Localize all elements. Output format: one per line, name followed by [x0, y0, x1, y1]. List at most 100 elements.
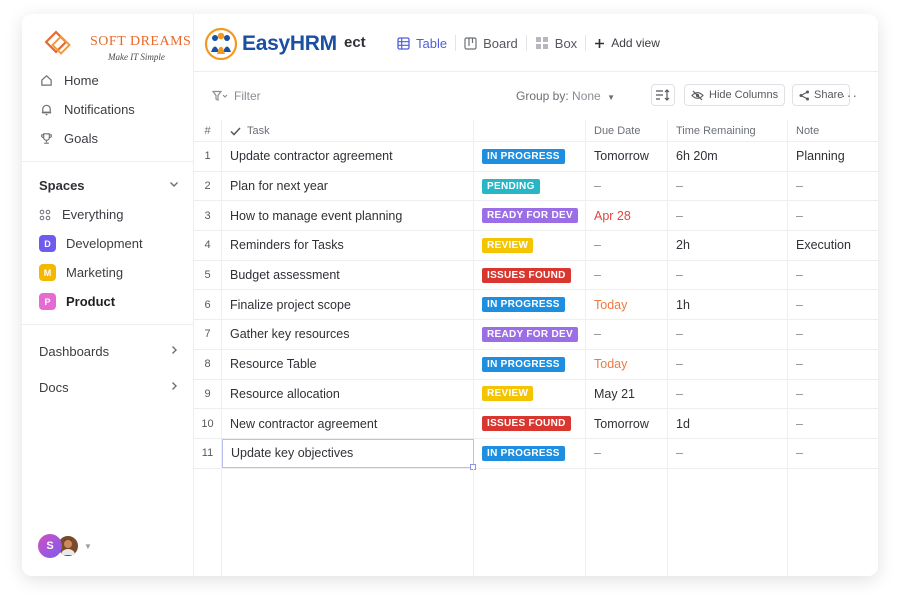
table-row[interactable]: 3 How to manage event planning READY FOR D…	[194, 201, 878, 232]
sidebar-item-dashboards[interactable]: Dashboards	[22, 333, 194, 369]
time-remaining-cell[interactable]: 1d	[668, 409, 788, 438]
time-remaining-cell[interactable]: –	[668, 320, 788, 349]
note-cell[interactable]: –	[788, 261, 878, 290]
more-options-icon[interactable]: ···	[841, 87, 858, 103]
column-header-due-date[interactable]: Due Date	[586, 120, 668, 142]
note-cell[interactable]: –	[788, 380, 878, 409]
column-header-time-remaining[interactable]: Time Remaining	[668, 120, 788, 142]
avatar[interactable]: S	[38, 534, 62, 558]
due-date-cell[interactable]: Today	[586, 290, 668, 320]
time-remaining-cell[interactable]: 2h	[668, 231, 788, 260]
table-row[interactable]: 4 Reminders for Tasks REVIEW –2h Execution	[194, 231, 878, 261]
sidebar-item-notifications[interactable]: Notifications	[22, 95, 194, 124]
table-row[interactable]: 9 Resource allocation REVIEW May 21– –	[194, 379, 878, 410]
task-name-cell[interactable]: Finalize project scope	[222, 290, 474, 320]
table-row[interactable]: 2 Plan for next year PENDING – – –	[194, 171, 878, 202]
status-cell[interactable]: IN PROGRESS	[474, 290, 586, 320]
add-view-button[interactable]: Add view	[586, 33, 668, 53]
table-row[interactable]: 11 Update key objectives IN PROGRESS – – –	[194, 438, 878, 470]
table-row[interactable]: 10 New contractor agreement ISSUES FOUND To…	[194, 409, 878, 439]
task-name-cell[interactable]: Resource Table	[222, 349, 474, 379]
tab-box[interactable]: Box	[527, 33, 585, 53]
note-cell[interactable]: –	[788, 172, 878, 201]
status-badge[interactable]: REVIEW	[482, 386, 534, 402]
table-row[interactable]: 7 Gather key resources READY FOR DEV – – –	[194, 320, 878, 350]
status-cell[interactable]: IN PROGRESS	[474, 438, 586, 468]
time-remaining-cell[interactable]: –	[668, 171, 788, 201]
status-badge[interactable]: IN PROGRESS	[482, 297, 565, 313]
note-cell[interactable]: Execution	[788, 231, 878, 260]
caret-down-icon[interactable]: ▼	[84, 542, 92, 551]
status-cell[interactable]: ISSUES FOUND	[474, 260, 586, 290]
due-date-cell[interactable]: –	[586, 171, 668, 201]
chevron-down-icon[interactable]	[168, 178, 180, 193]
table-row[interactable]: 6 Finalize project scope IN PROGRESS Today 1…	[194, 290, 878, 321]
note-cell[interactable]: Planning	[788, 142, 878, 171]
table-row[interactable]: 1 Update contractor agreement IN PROGRESS T…	[194, 142, 878, 172]
task-name-cell[interactable]: How to manage event planning	[222, 201, 474, 231]
status-cell[interactable]: IN PROGRESS	[474, 349, 586, 379]
status-cell[interactable]: READY FOR DEV	[474, 201, 586, 231]
task-name-cell[interactable]: Plan for next year	[222, 171, 474, 201]
task-name-cell[interactable]: Update contractor agreement	[222, 142, 474, 171]
time-remaining-cell[interactable]: 6h 20m	[668, 142, 788, 171]
due-date-cell[interactable]: Apr 28	[586, 201, 668, 231]
status-cell[interactable]: REVIEW	[474, 379, 586, 409]
due-date-cell[interactable]: Tomorrow	[586, 409, 668, 438]
tab-table[interactable]: Table	[389, 33, 455, 53]
task-name-cell[interactable]: Gather key resources	[222, 320, 474, 349]
status-cell[interactable]: REVIEW	[474, 231, 586, 260]
task-name-cell[interactable]: New contractor agreement	[222, 409, 474, 438]
note-cell[interactable]: –	[788, 290, 878, 319]
spaces-header[interactable]: Spaces	[22, 170, 194, 200]
status-badge[interactable]: IN PROGRESS	[482, 148, 565, 164]
group-by-select[interactable]: Group by: None ▼	[516, 89, 615, 103]
column-header-status[interactable]	[474, 120, 586, 142]
tab-board[interactable]: Board	[456, 33, 526, 53]
table-row[interactable]: 8 Resource Table IN PROGRESS Today – –	[194, 349, 878, 380]
time-remaining-cell[interactable]: –	[668, 260, 788, 290]
status-badge[interactable]: READY FOR DEV	[482, 326, 578, 342]
sidebar-item-docs[interactable]: Docs	[22, 369, 194, 405]
sort-button[interactable]	[651, 84, 675, 106]
note-cell[interactable]: –	[788, 439, 878, 468]
note-cell[interactable]: –	[788, 201, 878, 230]
note-cell[interactable]: –	[788, 409, 878, 438]
time-remaining-cell[interactable]: –	[668, 379, 788, 409]
space-everything[interactable]: Everything	[22, 200, 194, 229]
time-remaining-cell[interactable]: 1h	[668, 290, 788, 320]
due-date-cell[interactable]: –	[586, 320, 668, 349]
column-header-task[interactable]: Task	[222, 120, 474, 142]
sidebar-item-goals[interactable]: Goals	[22, 124, 194, 153]
due-date-cell[interactable]: Today	[586, 349, 668, 379]
column-header-note[interactable]: Note	[788, 120, 878, 142]
task-name-cell[interactable]: Budget assessment	[222, 260, 474, 290]
note-cell[interactable]: –	[788, 320, 878, 349]
space-development[interactable]: D Development	[22, 229, 194, 258]
status-badge[interactable]: ISSUES FOUND	[482, 416, 571, 432]
due-date-cell[interactable]: –	[586, 231, 668, 260]
due-date-cell[interactable]: May 21	[586, 379, 668, 409]
status-cell[interactable]: ISSUES FOUND	[474, 409, 586, 438]
status-badge[interactable]: REVIEW	[482, 237, 534, 253]
status-cell[interactable]: PENDING	[474, 171, 586, 201]
hide-columns-button[interactable]: Hide Columns	[684, 84, 786, 106]
status-badge[interactable]: IN PROGRESS	[482, 445, 565, 461]
status-cell[interactable]: IN PROGRESS	[474, 142, 586, 171]
task-name-cell[interactable]: Reminders for Tasks	[222, 231, 474, 260]
task-name-cell[interactable]: Resource allocation	[222, 379, 474, 409]
space-marketing[interactable]: M Marketing	[22, 258, 194, 287]
due-date-cell[interactable]: –	[586, 438, 668, 468]
due-date-cell[interactable]: –	[586, 260, 668, 290]
status-badge[interactable]: PENDING	[482, 178, 540, 194]
time-remaining-cell[interactable]: –	[668, 438, 788, 468]
status-badge[interactable]: READY FOR DEV	[482, 208, 578, 224]
due-date-cell[interactable]: Tomorrow	[586, 142, 668, 171]
time-remaining-cell[interactable]: –	[668, 201, 788, 231]
note-cell[interactable]: –	[788, 350, 878, 379]
filter-button[interactable]: Filter	[212, 89, 261, 103]
user-menu[interactable]: S ▼	[38, 534, 92, 558]
status-badge[interactable]: ISSUES FOUND	[482, 267, 571, 283]
space-product[interactable]: P Product	[22, 287, 194, 316]
table-row[interactable]: 5 Budget assessment ISSUES FOUND – – –	[194, 260, 878, 291]
